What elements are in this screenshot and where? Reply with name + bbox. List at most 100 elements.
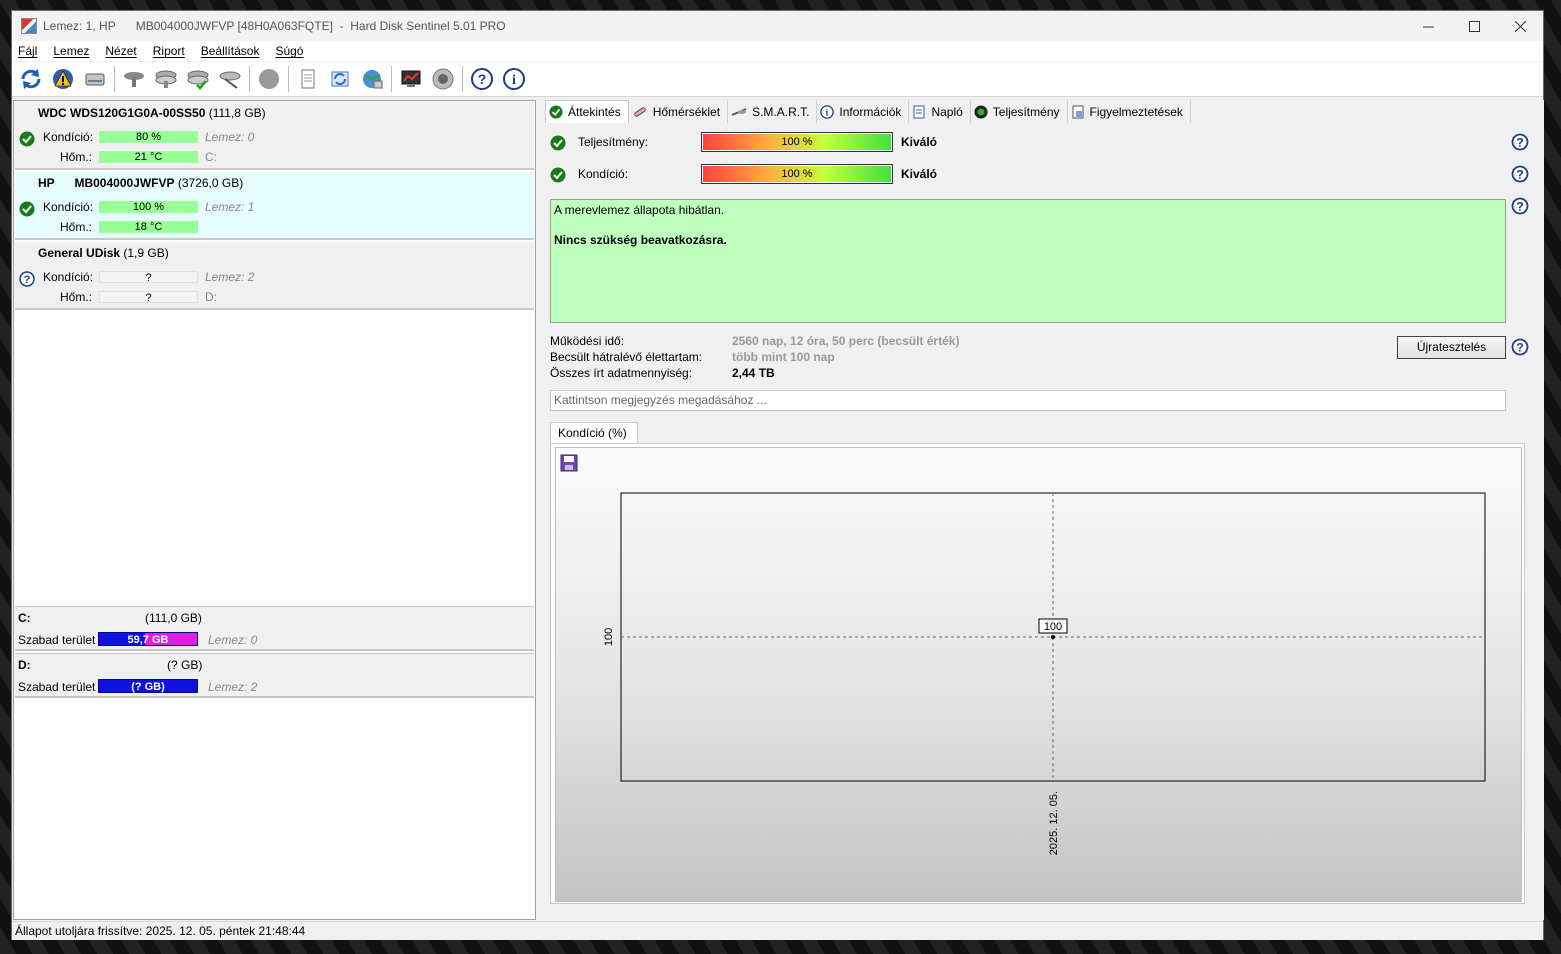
- menu-disk[interactable]: Lemez: [52, 44, 98, 58]
- free-space-bar: (? GB): [98, 679, 198, 693]
- alert-button[interactable]: [49, 65, 77, 93]
- help-icon[interactable]: ?: [1511, 165, 1529, 183]
- close-button[interactable]: [1497, 11, 1543, 41]
- disk-info-button[interactable]: [81, 65, 109, 93]
- disk-scan-icon: [155, 70, 177, 88]
- uptime-label: Működési idő:: [550, 334, 625, 348]
- check-icon: [550, 135, 566, 151]
- disk-title: WDC WDS120G1G0A-00SS50 (111,8 GB): [38, 106, 266, 120]
- free-space-value: 59,7 GB: [127, 634, 169, 646]
- tab-label: Napló: [931, 104, 963, 119]
- tab-bar: Áttekintés Hőmérséklet S.M.A.R.T. i Info…: [545, 100, 1191, 123]
- help-button[interactable]: ?: [468, 65, 496, 93]
- toolbar-separator: [462, 66, 463, 92]
- performance-button[interactable]: [397, 65, 425, 93]
- minimize-icon: [1422, 26, 1434, 27]
- svg-text:i: i: [826, 107, 829, 118]
- sync-button[interactable]: [326, 65, 354, 93]
- menu-view[interactable]: Nézet: [104, 44, 145, 58]
- tab-label: Figyelmeztetések: [1089, 104, 1183, 119]
- disk-item-1[interactable]: HP MB004000JWFVP (3726,0 GB) Kondíció: 1…: [15, 172, 534, 240]
- svg-text:?: ?: [478, 71, 487, 87]
- monitor-chart-icon: [401, 70, 421, 87]
- condition-label: Kondíció:: [43, 270, 94, 284]
- speaker-icon: [432, 68, 454, 90]
- close-icon: [1514, 20, 1526, 32]
- tab-label: S.M.A.R.T.: [752, 104, 810, 119]
- disk-test-icon: [124, 72, 144, 87]
- tab-log[interactable]: Napló: [909, 100, 971, 123]
- condition-chart: 100 100 2025. 12. 05.: [603, 492, 1486, 855]
- tab-temperature[interactable]: Hőmérséklet: [629, 100, 729, 123]
- disk-item-2[interactable]: General UDisk (1,9 GB) ? Kondíció: ? Lem…: [15, 242, 534, 310]
- toolbar-separator: [114, 66, 115, 92]
- disk-index: Lemez: 0: [205, 130, 255, 144]
- help-icon[interactable]: ?: [1511, 133, 1529, 151]
- performance-label: Teljesítmény:: [578, 135, 649, 149]
- document-icon: [301, 69, 315, 89]
- tab-performance[interactable]: Teljesítmény: [971, 100, 1068, 123]
- test-button-2[interactable]: [152, 65, 180, 93]
- svg-text:?: ?: [1516, 200, 1523, 214]
- disk-index: Lemez: 2: [205, 270, 255, 284]
- test-button-1[interactable]: [120, 65, 148, 93]
- info-icon: i: [503, 68, 525, 90]
- temperature-label: Hőm.:: [60, 220, 93, 234]
- report-button[interactable]: [294, 65, 322, 93]
- chart-frame: 100 100 2025. 12. 05.: [550, 443, 1525, 904]
- tab-smart[interactable]: S.M.A.R.T.: [728, 100, 818, 123]
- test-button-3[interactable]: [184, 65, 212, 93]
- disk-repair-icon: [219, 71, 241, 89]
- disk-list-panel: WDC WDS120G1G0A-00SS50 (111,8 GB) Kondíc…: [13, 100, 536, 920]
- maximize-icon: [1468, 20, 1480, 32]
- harddisk-icon: [85, 73, 105, 86]
- retest-button[interactable]: Újratesztelés: [1397, 336, 1506, 359]
- menu-settings[interactable]: Beállítások: [200, 44, 269, 58]
- disk-check-icon: [187, 70, 209, 90]
- action-message: Nincs szükség beavatkozásra.: [554, 233, 727, 247]
- performance-rating: Kiváló: [901, 135, 938, 149]
- disk-name: General UDisk: [38, 246, 121, 260]
- question-icon: ?: [19, 271, 35, 287]
- menu-file[interactable]: Fájl: [17, 44, 46, 58]
- tab-alerts[interactable]: Figyelmeztetések: [1068, 100, 1191, 123]
- refresh-button[interactable]: [17, 65, 45, 93]
- title-bar: Lemez: 1, HP MB004000JWFVP [48H0A063FQTE…: [12, 11, 1543, 41]
- drive-letter: D:: [205, 290, 217, 304]
- app-window: Lemez: 1, HP MB004000JWFVP [48H0A063FQTE…: [11, 10, 1544, 940]
- title-disk: Lemez: 1, HP: [43, 19, 116, 33]
- condition-bar: 100 %: [99, 201, 198, 213]
- window-controls: [1405, 11, 1543, 41]
- chart-area: 100 100 2025. 12. 05.: [555, 447, 1522, 902]
- menu-report[interactable]: Riport: [152, 44, 194, 58]
- volume-item-c[interactable]: C: (111,0 GB) Szabad terület 59,7 GB Lem…: [15, 606, 534, 651]
- volume-item-d[interactable]: D: (? GB) Szabad terület (? GB) Lemez: 2: [15, 653, 534, 698]
- warning-icon: [53, 69, 73, 89]
- chart-tab-condition[interactable]: Kondíció (%): [550, 422, 638, 444]
- volume-size: (? GB): [167, 658, 203, 672]
- status-message: A merevlemez állapota hibátlan.: [554, 203, 725, 217]
- menu-help[interactable]: Súgó: [274, 44, 312, 58]
- disk-item-0[interactable]: WDC WDS120G1G0A-00SS50 (111,8 GB) Kondíc…: [15, 102, 534, 170]
- free-space-value: (? GB): [131, 681, 165, 693]
- surface-button[interactable]: [255, 65, 283, 93]
- help-icon[interactable]: ?: [1511, 338, 1529, 356]
- tab-information[interactable]: i Információk: [817, 100, 910, 123]
- sound-button[interactable]: [429, 65, 457, 93]
- about-button[interactable]: i: [500, 65, 528, 93]
- svg-text:?: ?: [1516, 341, 1523, 355]
- note-input[interactable]: Kattintson megjegyzés megadásához ...: [550, 390, 1506, 411]
- thermometer-icon: [633, 106, 646, 117]
- maximize-button[interactable]: [1451, 11, 1497, 41]
- network-button[interactable]: [358, 65, 386, 93]
- tab-label: Információk: [839, 104, 902, 119]
- volume-disk: Lemez: 2: [208, 680, 258, 694]
- check-icon: [19, 131, 35, 147]
- tab-overview[interactable]: Áttekintés: [545, 100, 629, 123]
- remaining-life-label: Becsült hátralévő élettartam:: [550, 350, 703, 364]
- minimize-button[interactable]: [1405, 11, 1451, 41]
- condition-rating: Kiváló: [901, 167, 938, 181]
- help-icon[interactable]: ?: [1511, 197, 1529, 215]
- data-point: [1051, 635, 1055, 639]
- test-button-4[interactable]: [216, 65, 244, 93]
